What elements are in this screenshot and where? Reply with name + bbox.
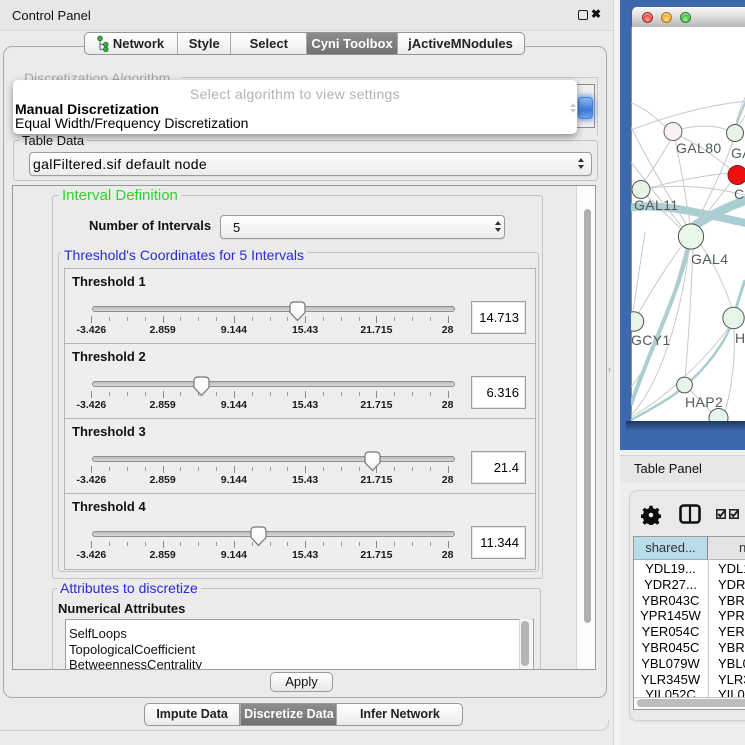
svg-text:C: C xyxy=(734,186,745,202)
svg-text:GAL80: GAL80 xyxy=(676,140,722,156)
svg-text:GCY1: GCY1 xyxy=(631,332,671,348)
svg-text:GAL4: GAL4 xyxy=(691,251,728,267)
svg-text:GA: GA xyxy=(731,145,745,161)
svg-text:HAP2: HAP2 xyxy=(685,394,723,410)
svg-text:HI: HI xyxy=(735,330,745,346)
svg-text:GAL11: GAL11 xyxy=(634,197,679,213)
